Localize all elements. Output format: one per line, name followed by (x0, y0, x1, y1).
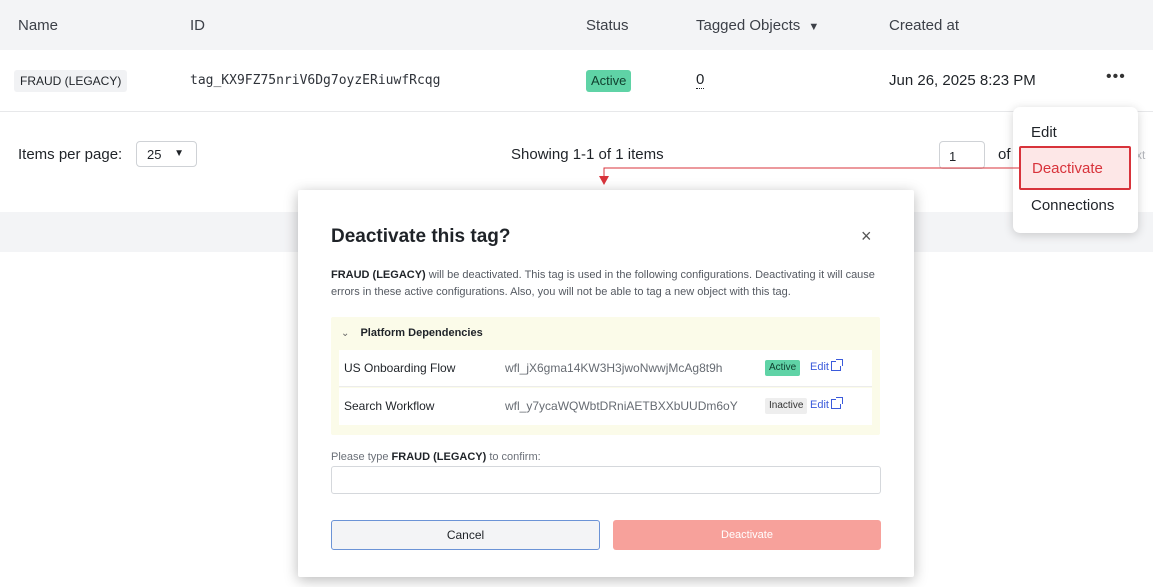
dialog-description: FRAUD (LEGACY) will be deactivated. This… (331, 267, 886, 301)
table-row: FRAUD (LEGACY) tag_KX9FZ75nriV6Dg7oyzERi… (0, 50, 1153, 112)
dependency-status-badge: Inactive (765, 398, 808, 414)
confirm-label: Please type FRAUD (LEGACY) to confirm: (331, 451, 541, 463)
status-badge: Active (586, 70, 632, 92)
items-per-page-value: 25 (147, 147, 162, 162)
column-header-name[interactable]: Name (18, 17, 58, 34)
menu-item-edit[interactable]: Edit (1031, 124, 1057, 141)
menu-item-connections[interactable]: Connections (1031, 197, 1114, 214)
dependency-name: US Onboarding Flow (344, 361, 456, 375)
items-per-page-select[interactable]: 25 ▼ (136, 141, 197, 167)
dependency-id: wfl_y7ycaWQWbtDRniAETBXXbUUDm6oY (505, 399, 738, 413)
tagged-objects-count[interactable]: 0 (696, 72, 705, 89)
tag-name-chip[interactable]: FRAUD (LEGACY) (14, 70, 128, 92)
page-of-label: of (998, 146, 1011, 163)
description-tag-name: FRAUD (LEGACY) (331, 269, 426, 281)
confirm-tag-name: FRAUD (LEGACY) (391, 451, 487, 463)
dependency-id: wfl_jX6gma14KW3H3jwoNwwjMcAg8t9h (505, 361, 723, 375)
menu-item-deactivate[interactable]: Deactivate (1019, 146, 1131, 190)
platform-dependencies-title: Platform Dependencies (360, 327, 483, 339)
dependency-row: Search Workflow wfl_y7ycaWQWbtDRniAETBXX… (339, 388, 872, 425)
dependency-edit-label: Edit (810, 361, 829, 373)
column-header-status[interactable]: Status (586, 17, 629, 34)
dependency-edit-label: Edit (810, 399, 829, 411)
caret-down-icon: ▼ (808, 21, 820, 33)
dependency-row: US Onboarding Flow wfl_jX6gma14KW3H3jwoN… (339, 350, 872, 387)
column-header-tagged-objects-label: Tagged Objects (696, 17, 801, 34)
tag-id: tag_KX9FZ75nriV6Dg7oyzERiuwfRcqg (190, 73, 441, 88)
column-header-id[interactable]: ID (190, 17, 205, 34)
row-action-menu: Edit Deactivate Connections (1013, 107, 1138, 233)
close-icon[interactable]: × (861, 227, 872, 245)
pagination-summary: Showing 1-1 of 1 items (511, 146, 664, 163)
confirm-tag-input[interactable] (331, 466, 881, 494)
platform-dependencies-panel: ⌄ Platform Dependencies US Onboarding Fl… (331, 317, 880, 435)
external-link-icon (830, 359, 843, 371)
dependency-edit-link[interactable]: Edit (810, 397, 843, 411)
menu-item-deactivate-label: Deactivate (1032, 160, 1103, 177)
created-at: Jun 26, 2025 8:23 PM (889, 72, 1036, 89)
confirm-prefix: Please type (331, 451, 392, 463)
more-horizontal-icon[interactable]: ••• (1106, 68, 1126, 86)
caret-down-icon: ▼ (174, 148, 184, 159)
items-per-page-label: Items per page: (18, 146, 123, 163)
dialog-title: Deactivate this tag? (331, 226, 511, 247)
dependency-edit-link[interactable]: Edit (810, 359, 843, 373)
cancel-button[interactable]: Cancel (331, 520, 600, 550)
chevron-down-icon: ⌄ (341, 328, 350, 339)
deactivate-button[interactable]: Deactivate (613, 520, 881, 550)
table-header: Name ID Status Tagged Objects ▼ Created … (0, 0, 1153, 50)
confirm-suffix: to confirm: (486, 451, 541, 463)
page-number-input[interactable]: 1 (939, 141, 985, 169)
column-header-tagged-objects[interactable]: Tagged Objects ▼ (696, 17, 819, 34)
dependency-status-badge: Active (765, 360, 801, 376)
column-header-created-at[interactable]: Created at (889, 17, 959, 34)
dependency-name: Search Workflow (344, 399, 435, 413)
deactivate-tag-dialog: Deactivate this tag? × FRAUD (LEGACY) wi… (298, 190, 914, 577)
platform-dependencies-toggle[interactable]: ⌄ Platform Dependencies (341, 327, 483, 339)
external-link-icon (830, 397, 843, 409)
